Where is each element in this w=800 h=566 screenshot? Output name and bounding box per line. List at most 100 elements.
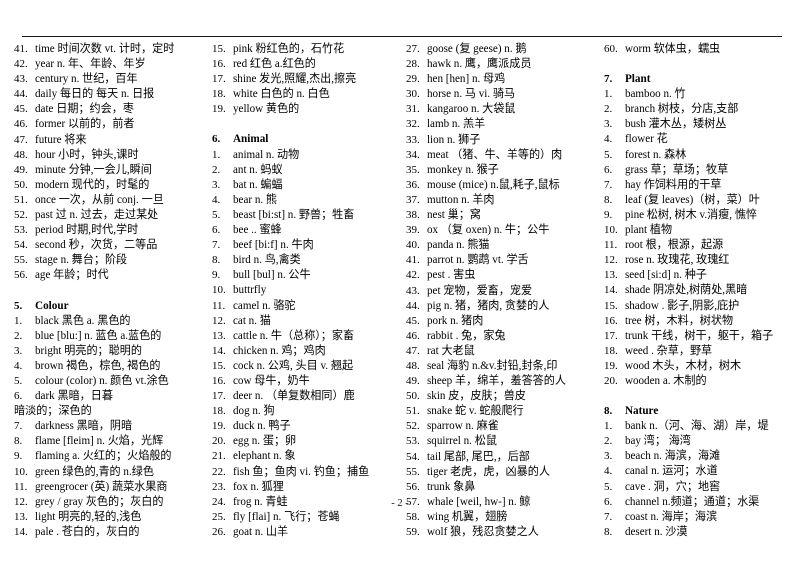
section-title: Plant	[624, 73, 651, 86]
entry-text: cat n. 猫	[232, 314, 271, 327]
entry-text: pale . 苍白的，灰白的	[35, 525, 140, 538]
entry-continuation: 暗淡的；深色的	[14, 405, 92, 418]
entry-text: fox n. 狐狸	[232, 480, 284, 493]
entry-text: monkey n. 猴子	[426, 163, 499, 176]
vocabulary-entry: 1. bank n.（河、海、湖）岸，堤	[604, 419, 792, 434]
entry-text: white 白色的 n. 白色	[232, 88, 330, 101]
entry-text: tiger 老虎，虎，凶暴的人	[426, 465, 550, 478]
vocabulary-entry: 2. branch 树枝，分店,支部	[604, 102, 792, 117]
vocabulary-entry: 4. brown 褐色，棕色, 褐色的	[14, 359, 212, 374]
vocabulary-entry: 12. cat n. 猫	[212, 314, 406, 329]
entry-text: fly [flai] n. 飞行；苍蝇	[232, 510, 340, 523]
entry-text: cock n. 公鸡, 头目 v. 翘起	[232, 359, 354, 372]
vocabulary-entry: 44. pig n. 猪，猪肉, 贪婪的人	[406, 299, 604, 314]
entry-number: 26.	[211, 525, 226, 538]
entry-number: 54.	[405, 450, 420, 463]
entry-number: 31.	[405, 103, 420, 116]
entry-text: past 过 n. 过去，走过某处	[35, 209, 159, 222]
vocabulary-entry: 27. goose (复 geese) n. 鹅	[406, 42, 604, 57]
entry-number: 2.	[603, 435, 613, 448]
vocabulary-entry: 3. beach n. 海滨，海滩	[604, 449, 792, 464]
entry-number: 16.	[603, 314, 618, 327]
entry-text: future 将来	[35, 133, 87, 146]
entry-text: trunk 干线，树干，躯干，箱子	[624, 329, 774, 342]
entry-number: 8.	[603, 193, 613, 206]
entry-text: greengrocer (英) 蔬菜水果商	[35, 480, 168, 493]
vocabulary-entry: 7. beef [bi:f] n. 牛肉	[212, 238, 406, 253]
entry-number: 11.	[211, 299, 226, 312]
entry-text: shadow . 影子,阴影,庇护	[624, 299, 740, 312]
entry-text: dog n. 狗	[232, 405, 275, 418]
entry-text: minute 分钟,一会儿,瞬间	[35, 163, 152, 176]
vocabulary-entry: 26. goat n. 山羊	[212, 525, 406, 540]
entry-text: lion n. 狮子	[426, 133, 481, 146]
vocabulary-entry: 25. fly [flai] n. 飞行；苍蝇	[212, 510, 406, 525]
entry-text: seed [si:d] n. 种子	[624, 269, 707, 282]
entry-text: beach n. 海滨，海滩	[624, 450, 721, 463]
entry-text: desert n. 沙漠	[624, 525, 688, 538]
entry-number: 41.	[14, 43, 28, 55]
entry-number: 3.	[603, 118, 613, 131]
vocabulary-entry: 2. blue [blu:] n. 蓝色 a.蓝色的	[14, 329, 212, 344]
entry-number: 32.	[405, 118, 420, 131]
entry-number: 51.	[405, 405, 420, 418]
entry-text: flame [fleim] n. 火焰，光辉	[35, 435, 164, 448]
entry-number: 10.	[14, 465, 28, 478]
vocabulary-entry: 8. desert n. 沙漠	[604, 525, 792, 540]
entry-text: parrot n. 鹦鹉 vt. 学舌	[426, 254, 529, 267]
entry-text: green 绿色的,青的 n.绿色	[35, 465, 154, 478]
entry-text: year n. 年、年龄、年岁	[35, 58, 146, 71]
entry-number: 2.	[211, 163, 221, 176]
vocabulary-entry: 15. shadow . 影子,阴影,庇护	[604, 299, 792, 314]
section-heading: 8. Nature	[604, 404, 792, 419]
entry-text: dark 黑暗，日暮	[35, 390, 113, 403]
vocabulary-entry: 9. flaming a. 火红的；火焰般的	[14, 449, 212, 464]
entry-text: nest 巢；窝	[426, 209, 481, 222]
entry-text: plant 植物	[624, 224, 673, 237]
vocabulary-entry: 19. yellow 黄色的	[212, 102, 406, 117]
vocabulary-entry: 11. greengrocer (英) 蔬菜水果商	[14, 480, 212, 495]
vocabulary-entry: 14. pale . 苍白的，灰白的	[14, 525, 212, 540]
vocabulary-entry: 3. bush 灌木丛，矮树丛	[604, 117, 792, 132]
vocabulary-entry: 48. seal 海豹 n.&v.封铅,封条,印	[406, 359, 604, 374]
entry-text: tail 尾部, 尾巴,，后部	[426, 450, 530, 463]
vocabulary-entry: 10. buttrfly	[212, 283, 406, 298]
entry-number: 49.	[405, 375, 420, 388]
vocabulary-entry: 53. squirrel n. 松鼠	[406, 434, 604, 449]
vocabulary-entry: 2. bay 湾； 海湾	[604, 434, 792, 449]
entry-number: 14.	[211, 344, 226, 357]
entry-number: 3.	[211, 178, 221, 191]
entry-number: 3.	[14, 344, 23, 357]
entry-text: elephant n. 象	[232, 450, 296, 463]
entry-number: 49.	[14, 163, 28, 176]
page-number: - 2 -	[391, 498, 409, 509]
entry-number: 27.	[405, 43, 420, 55]
entry-number: 1.	[14, 314, 23, 327]
vocabulary-entry: 47. rat 大老鼠	[406, 344, 604, 359]
entry-number: 33.	[405, 133, 420, 146]
vocabulary-entry: 4. bear n. 熊	[212, 193, 406, 208]
entry-number: 8.	[603, 525, 613, 538]
entry-number: 7.	[211, 239, 221, 252]
entry-number: 42.	[14, 58, 28, 71]
entry-number: 55.	[405, 465, 420, 478]
entry-number: 48.	[14, 148, 28, 161]
entry-text: buttrfly	[232, 284, 267, 297]
entry-text: daily 每日的 每天 n. 日报	[35, 88, 155, 101]
column-4: 60. worm 软体虫，蠕虫 7. Plant 1. bamboo n. 竹 2. bran…	[604, 42, 792, 540]
vocabulary-entry: 13. light 明亮的,轻的,浅色	[14, 510, 212, 525]
vocabulary-entry: 17. deer n. （单复数相同）鹿	[212, 389, 406, 404]
entry-text: flaming a. 火红的；火焰般的	[35, 450, 172, 463]
entry-number: 51.	[14, 193, 28, 206]
vocabulary-entry: 37. mutton n. 羊肉	[406, 193, 604, 208]
vocabulary-entry: 6. grass 草；草场；牧草	[604, 163, 792, 178]
entry-text: red 红色 a.红色的	[232, 58, 316, 71]
entry-number: 53.	[405, 435, 420, 448]
entry-text: snake 蛇 v. 蛇般爬行	[426, 405, 524, 418]
header-rule	[22, 36, 782, 37]
entry-number: 20.	[603, 374, 618, 387]
section-heading: 7. Plant	[604, 72, 792, 87]
vocabulary-entry: 54. second 秒，次货，二等品	[14, 238, 212, 253]
